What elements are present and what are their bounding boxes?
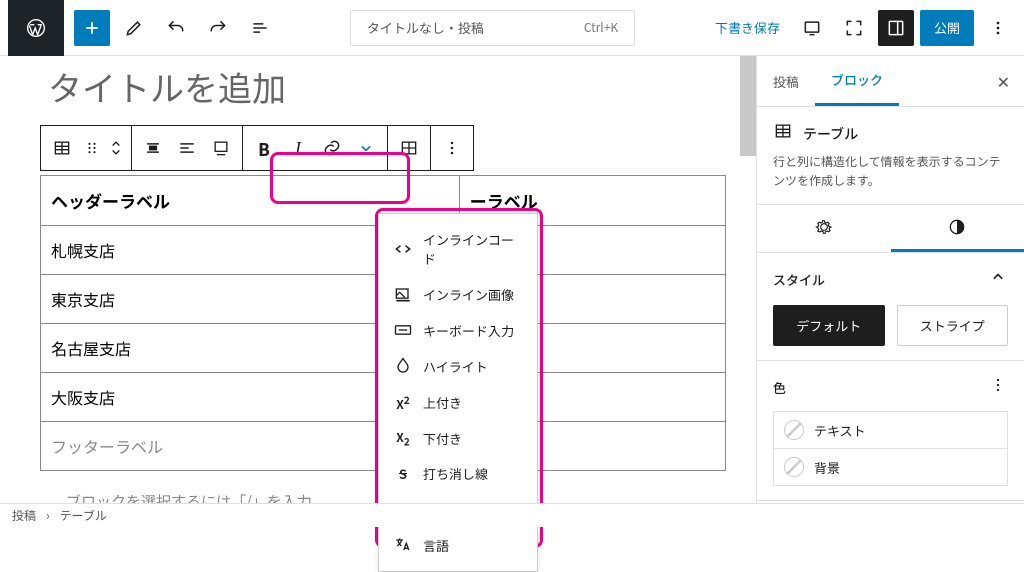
bold-button[interactable]: B [247, 125, 281, 171]
color-more-icon[interactable] [988, 375, 1008, 399]
more-formats-chevron[interactable] [349, 125, 383, 171]
align-none-icon[interactable] [136, 125, 170, 171]
tab-block[interactable]: ブロック [815, 56, 899, 106]
breadcrumb-item[interactable]: 投稿 [12, 507, 36, 524]
code-icon [393, 239, 413, 259]
block-more-options[interactable] [435, 125, 469, 171]
italic-button[interactable]: I [281, 125, 315, 171]
format-inline-image[interactable]: インライン画像 [379, 276, 537, 312]
style-stripes-button[interactable]: ストライプ [897, 305, 1009, 346]
droplet-icon [393, 356, 413, 376]
block-name: テーブル [803, 124, 858, 144]
language-icon [393, 535, 413, 555]
color-text-row[interactable]: テキスト [773, 411, 1008, 449]
image-icon [393, 284, 413, 304]
editor-top-toolbar: タイトルなし・投稿 Ctrl+K 下書き保存 公開 [0, 0, 1024, 56]
format-superscript[interactable]: X2上付き [379, 384, 537, 421]
edit-mode-icon[interactable] [116, 10, 152, 46]
breadcrumb-item[interactable]: テーブル [60, 507, 107, 524]
settings-subtab[interactable] [757, 205, 891, 252]
document-title: タイトルなし・投稿 [367, 18, 484, 37]
tab-post[interactable]: 投稿 [757, 58, 815, 105]
settings-sidebar: 投稿 ブロック ✕ テーブル 行と列に構造化して情報を表示するコンテンツを作成し… [756, 56, 1024, 503]
document-overview-button[interactable] [242, 10, 278, 46]
close-sidebar-button[interactable]: ✕ [983, 69, 1024, 93]
chevron-up-icon[interactable] [988, 267, 1008, 291]
format-highlight[interactable]: ハイライト [379, 348, 537, 384]
more-options-button[interactable] [980, 10, 1016, 46]
fullscreen-button[interactable] [836, 10, 872, 46]
format-subscript[interactable]: X2下付き [379, 421, 537, 456]
format-group: B I [243, 126, 388, 170]
block-description: 行と列に構造化して情報を表示するコンテンツを作成します。 [773, 152, 1008, 190]
style-section-title: スタイル [773, 270, 825, 289]
move-arrows-icon[interactable] [105, 125, 127, 171]
publish-button[interactable]: 公開 [920, 10, 974, 46]
add-block-button[interactable] [74, 10, 110, 46]
chevron-right-icon: › [46, 507, 50, 524]
table-icon [773, 121, 793, 146]
subscript-icon: X2 [393, 429, 413, 448]
empty-swatch-icon [784, 420, 804, 440]
undo-button[interactable] [158, 10, 194, 46]
block-type-table-icon[interactable] [45, 125, 79, 171]
settings-sidebar-toggle[interactable] [878, 10, 914, 46]
style-default-button[interactable]: デフォルト [773, 305, 885, 346]
redo-button[interactable] [200, 10, 236, 46]
command-shortcut: Ctrl+K [584, 19, 618, 36]
format-keyboard[interactable]: キーボード入力 [379, 312, 537, 348]
format-strikethrough[interactable]: S打ち消し線 [379, 456, 537, 491]
color-section-title: 色 [773, 378, 786, 397]
format-inline-code[interactable]: インラインコード [379, 222, 537, 276]
keyboard-icon [393, 320, 413, 340]
drag-handle-icon[interactable] [79, 125, 105, 171]
superscript-icon: X2 [393, 392, 413, 413]
empty-swatch-icon [784, 457, 804, 477]
block-toolbar: B I [40, 125, 474, 171]
editor-scrollbar[interactable] [740, 56, 756, 156]
block-breadcrumb: 投稿 › テーブル [0, 503, 1024, 527]
styles-subtab[interactable] [891, 205, 1024, 252]
format-language[interactable]: 言語 [379, 527, 537, 563]
link-button[interactable] [315, 125, 349, 171]
wordpress-logo[interactable] [8, 0, 64, 56]
table-edit-icon[interactable] [392, 125, 426, 171]
caption-icon[interactable] [204, 125, 238, 171]
strikethrough-icon: S [393, 464, 413, 483]
save-draft-button[interactable]: 下書き保存 [707, 18, 788, 37]
color-background-row[interactable]: 背景 [773, 449, 1008, 486]
editor-canvas: タイトルを追加 B I [0, 56, 756, 503]
post-title-placeholder[interactable]: タイトルを追加 [48, 62, 726, 111]
text-align-icon[interactable] [170, 125, 204, 171]
document-title-bar[interactable]: タイトルなし・投稿 Ctrl+K [350, 10, 635, 46]
preview-device-button[interactable] [794, 10, 830, 46]
